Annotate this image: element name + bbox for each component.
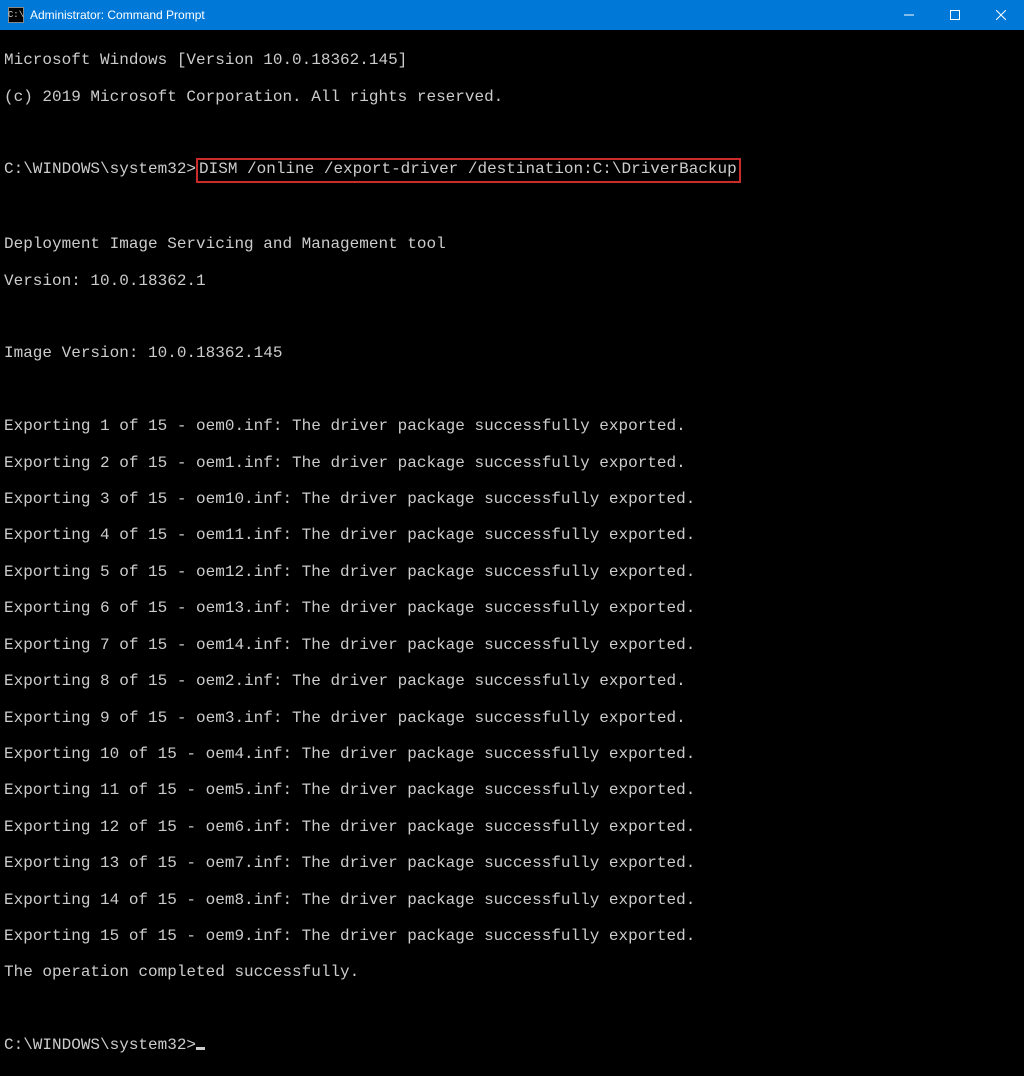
close-icon <box>996 10 1006 20</box>
prompt-prefix: C:\WINDOWS\system32> <box>4 1036 196 1054</box>
terminal-output[interactable]: Microsoft Windows [Version 10.0.18362.14… <box>0 30 1024 1076</box>
export-line: Exporting 2 of 15 - oem1.inf: The driver… <box>4 454 1020 472</box>
dism-title-line: Deployment Image Servicing and Managemen… <box>4 235 1020 253</box>
maximize-button[interactable] <box>932 0 978 30</box>
blank-line <box>4 1000 1020 1018</box>
blank-line <box>4 381 1020 399</box>
export-line: Exporting 6 of 15 - oem13.inf: The drive… <box>4 599 1020 617</box>
image-version-line: Image Version: 10.0.18362.145 <box>4 344 1020 362</box>
cursor <box>196 1047 205 1050</box>
export-line: Exporting 10 of 15 - oem4.inf: The drive… <box>4 745 1020 763</box>
minimize-button[interactable] <box>886 0 932 30</box>
window-titlebar[interactable]: C:\ Administrator: Command Prompt <box>0 0 1024 30</box>
maximize-icon <box>950 10 960 20</box>
blank-line <box>4 308 1020 326</box>
export-line: Exporting 7 of 15 - oem14.inf: The drive… <box>4 636 1020 654</box>
export-line: Exporting 13 of 15 - oem7.inf: The drive… <box>4 854 1020 872</box>
completion-line: The operation completed successfully. <box>4 963 1020 981</box>
dism-version-line: Version: 10.0.18362.1 <box>4 272 1020 290</box>
blank-line <box>4 124 1020 142</box>
export-line: Exporting 3 of 15 - oem10.inf: The drive… <box>4 490 1020 508</box>
export-line: Exporting 15 of 15 - oem9.inf: The drive… <box>4 927 1020 945</box>
prompt-prefix: C:\WINDOWS\system32> <box>4 160 196 178</box>
export-line: Exporting 4 of 15 - oem11.inf: The drive… <box>4 526 1020 544</box>
export-line: Exporting 9 of 15 - oem3.inf: The driver… <box>4 709 1020 727</box>
command-line: C:\WINDOWS\system32>DISM /online /export… <box>4 160 1020 180</box>
export-line: Exporting 1 of 15 - oem0.inf: The driver… <box>4 417 1020 435</box>
close-button[interactable] <box>978 0 1024 30</box>
export-line: Exporting 11 of 15 - oem5.inf: The drive… <box>4 781 1020 799</box>
minimize-icon <box>904 10 914 20</box>
export-line: Exporting 8 of 15 - oem2.inf: The driver… <box>4 672 1020 690</box>
export-line: Exporting 14 of 15 - oem8.inf: The drive… <box>4 891 1020 909</box>
blank-line <box>4 199 1020 217</box>
prompt-line: C:\WINDOWS\system32> <box>4 1036 1020 1054</box>
command-highlight: DISM /online /export-driver /destination… <box>196 158 741 182</box>
copyright-line: (c) 2019 Microsoft Corporation. All righ… <box>4 88 1020 106</box>
window-controls <box>886 0 1024 30</box>
version-line: Microsoft Windows [Version 10.0.18362.14… <box>4 51 1020 69</box>
export-line: Exporting 5 of 15 - oem12.inf: The drive… <box>4 563 1020 581</box>
export-line: Exporting 12 of 15 - oem6.inf: The drive… <box>4 818 1020 836</box>
cmd-icon: C:\ <box>8 7 24 23</box>
window-title: Administrator: Command Prompt <box>30 8 886 22</box>
